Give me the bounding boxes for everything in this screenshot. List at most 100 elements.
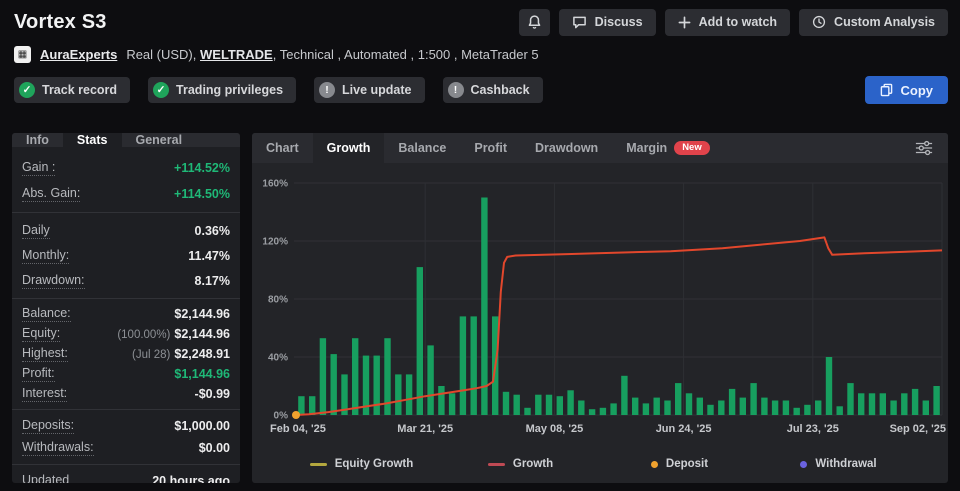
stat-value: +114.50% <box>174 187 230 201</box>
chart-tab-drawdown[interactable]: Drawdown <box>521 133 612 163</box>
chart-tab-margin[interactable]: Margin New <box>612 133 724 163</box>
copy-icon <box>880 83 893 97</box>
gain-bar <box>610 403 616 415</box>
legend-item-deposit[interactable]: Deposit <box>600 458 759 470</box>
gain-bar <box>783 401 789 416</box>
new-badge: New <box>674 141 710 156</box>
custom-analysis-button[interactable]: Custom Analysis <box>799 9 948 36</box>
gain-bar <box>772 401 778 416</box>
page-title: Vortex S3 <box>14 11 107 34</box>
stat-value: 8.17% <box>195 274 230 288</box>
discuss-button[interactable]: Discuss <box>559 9 656 36</box>
stats-panel: Info Stats General Gain :+114.52% Abs. Gain… <box>12 133 240 483</box>
chart-tabstrip: ChartGrowth Balance ProfitDrawdown Margin Ne… <box>252 133 948 163</box>
badge-trading-privileges[interactable]: ✓Trading privileges <box>148 77 296 103</box>
gain-bar <box>471 316 477 415</box>
stats-section: Deposits:$1,000.00Withdrawals:$0.00 <box>12 409 240 464</box>
notifications-button[interactable] <box>519 9 550 36</box>
gain-bar <box>449 393 455 415</box>
dot-swatch-icon <box>651 461 658 468</box>
custom-analysis-label: Custom Analysis <box>834 15 935 29</box>
sliders-icon <box>914 139 934 157</box>
stats-tab-label: General <box>136 133 183 147</box>
chart-tab-growth[interactable]: Growth <box>313 133 385 163</box>
stat-row: Withdrawals:$0.00 <box>12 437 240 459</box>
stat-row: Daily0.36% <box>12 218 240 243</box>
gain-bar <box>707 405 713 415</box>
top-actions: Discuss Add to watch Custom Analysis <box>519 9 948 36</box>
gain-bar <box>686 393 692 415</box>
chart-tab-profit[interactable]: Profit <box>460 133 521 163</box>
legend-item-growth[interactable]: Growth <box>441 458 600 470</box>
legend-label: Equity Growth <box>335 458 414 470</box>
account-meta-row: ▦ AuraExperts Real (USD), WELTRADE, Tech… <box>0 36 960 63</box>
stats-tab-general[interactable]: General <box>122 133 197 147</box>
stat-row: Balance:$2,144.96 <box>12 304 240 324</box>
stat-row: Gain :+114.52% <box>12 155 240 181</box>
gain-bar <box>890 401 896 416</box>
legend-label: Withdrawal <box>815 458 876 470</box>
gain-bar <box>815 401 821 416</box>
account-attributes: , Technical , Automated , 1:500 , MetaTr… <box>273 47 539 62</box>
broker-link[interactable]: WELTRADE <box>200 47 273 62</box>
y-axis-tick: 120% <box>262 237 288 248</box>
stat-row: Profit:$1,144.96 <box>12 364 240 384</box>
x-axis-tick: Sep 02, '25 <box>890 423 946 435</box>
gain-bar <box>557 396 563 415</box>
y-axis-tick: 40% <box>268 353 288 364</box>
gain-bar <box>600 408 606 415</box>
copy-button[interactable]: Copy <box>865 76 949 104</box>
stat-value: -$0.99 <box>195 387 230 401</box>
chart-tab-label: Balance <box>398 141 446 155</box>
add-to-watch-button[interactable]: Add to watch <box>665 9 790 36</box>
stat-label-daily: Daily <box>22 223 50 239</box>
gain-bar <box>535 395 541 415</box>
gain-bar <box>761 398 767 415</box>
chart-tab-chart[interactable]: Chart <box>252 133 313 163</box>
stat-label-drawdown: Drawdown: <box>22 273 85 289</box>
verification-row: ✓Track record✓Trading privileges!Live up… <box>0 63 960 104</box>
y-axis-tick: 0% <box>274 411 289 422</box>
gain-bar <box>729 389 735 415</box>
chart-tab-label: Margin <box>626 141 667 155</box>
stats-tab-label: Info <box>26 133 49 147</box>
stat-value: 11.47% <box>188 249 230 263</box>
stats-section: Updated20 hours agoTracking4 <box>12 464 240 483</box>
line-swatch-icon <box>310 463 327 466</box>
stats-tab-label: Stats <box>77 133 108 147</box>
legend-item-withdrawal[interactable]: Withdrawal <box>759 458 918 470</box>
stat-value-prefix: (Jul 28) <box>132 349 170 361</box>
legend-label: Growth <box>513 458 553 470</box>
chart-body: 0%40%80%120%160%Feb 04, '25Mar 21, '25Ma… <box>252 163 948 483</box>
badge-live-update[interactable]: !Live update <box>314 77 424 103</box>
stat-value-prefix: (100.00%) <box>117 329 170 341</box>
plus-icon <box>678 16 691 29</box>
account-meta: Real (USD), WELTRADE, Technical , Automa… <box>126 47 538 62</box>
stat-label-highest: Highest: <box>22 346 68 362</box>
badge-track-record[interactable]: ✓Track record <box>14 77 130 103</box>
exclamation-icon: ! <box>448 82 464 98</box>
gain-bar <box>578 401 584 416</box>
chart-tab-balance[interactable]: Balance <box>384 133 460 163</box>
discuss-label: Discuss <box>595 15 643 29</box>
stat-label-absgain: Abs. Gain: <box>22 186 80 202</box>
legend-item-equity-growth[interactable]: Equity Growth <box>282 458 441 470</box>
account-type: Real (USD), <box>126 47 196 62</box>
badge-label: Trading privileges <box>176 83 283 97</box>
stat-label-gain: Gain : <box>22 160 55 176</box>
stats-tab-stats[interactable]: Stats <box>63 133 122 147</box>
badge-cashback[interactable]: !Cashback <box>443 77 543 103</box>
gain-bar <box>309 396 315 415</box>
author-link[interactable]: AuraExperts <box>40 47 117 62</box>
gain-bar <box>406 374 412 415</box>
chart-settings-button[interactable] <box>912 137 936 159</box>
gain-bar <box>320 338 326 415</box>
stats-tab-info[interactable]: Info <box>12 133 63 147</box>
y-axis-tick: 80% <box>268 295 288 306</box>
stat-row: Equity:(100.00%)$2,144.96 <box>12 324 240 344</box>
verification-badges: ✓Track record✓Trading privileges!Live up… <box>14 77 543 103</box>
stat-value: $2,144.96 <box>174 307 230 321</box>
badge-label: Live update <box>342 83 411 97</box>
stats-tabstrip: Info Stats General <box>12 133 240 147</box>
check-icon: ✓ <box>19 82 35 98</box>
